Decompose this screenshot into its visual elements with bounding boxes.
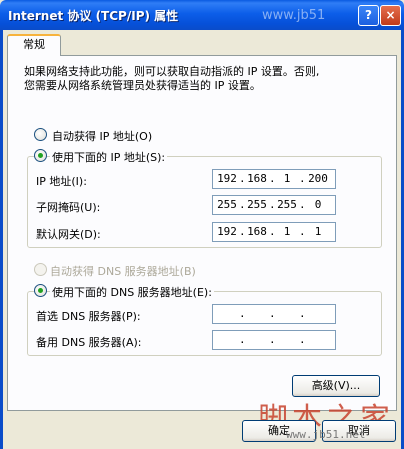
watermark-top-text: www.jb51 [262,8,326,23]
radio-manual-ip[interactable] [34,149,47,162]
radio-auto-ip[interactable] [34,128,47,141]
description-line-1: 如果网络支持此功能，则可以获取自动指派的 IP 设置。否则, [24,65,320,78]
ip-address-input[interactable]: 192 . 168 . 1 . 200 [212,169,336,189]
help-icon: ? [365,8,372,22]
close-button[interactable]: × [380,5,401,26]
subnet-mask-label: 子网掩码(U): [36,201,101,214]
default-gateway-input[interactable]: 192 . 168 . 1 . 1 [212,222,336,242]
manual-ip-label: 使用下面的 IP 地址(S): [50,149,168,165]
description-text: 如果网络支持此功能，则可以获取自动指派的 IP 设置。否则, 您需要从网络系统管… [24,65,384,93]
preferred-dns-label: 首选 DNS 服务器(P): [36,310,141,323]
default-gateway-label: 默认网关(D): [36,228,101,241]
preferred-dns-input[interactable]: . . . [212,304,336,324]
help-button[interactable]: ? [358,5,379,26]
window-frame-left [0,30,3,449]
close-icon: × [385,8,396,22]
alternate-dns-input[interactable]: . . . [212,330,336,350]
subnet-mask-input[interactable]: 255 . 255 . 255 . 0 [212,195,336,215]
radio-auto-dns[interactable] [34,263,47,276]
description-line-2: 您需要从网络系统管理员处获得适当的 IP 设置。 [24,79,261,92]
title-bar: Internet 协议 (TCP/IP) 属性 www.jb51 ? × [0,0,404,30]
auto-dns-label: 自动获得 DNS 服务器地址(B) [50,265,196,278]
ip-address-label: IP 地址(I): [36,175,87,188]
alternate-dns-label: 备用 DNS 服务器(A): [36,336,142,349]
tab-general[interactable]: 常规 [7,34,61,56]
manual-dns-label: 使用下面的 DNS 服务器地址(E): [50,284,214,300]
auto-ip-label: 自动获得 IP 地址(O) [52,130,153,143]
radio-manual-dns[interactable] [34,284,47,297]
window-title: Internet 协议 (TCP/IP) 属性 [8,9,179,23]
watermark-url: www.jb51.net [286,428,366,441]
